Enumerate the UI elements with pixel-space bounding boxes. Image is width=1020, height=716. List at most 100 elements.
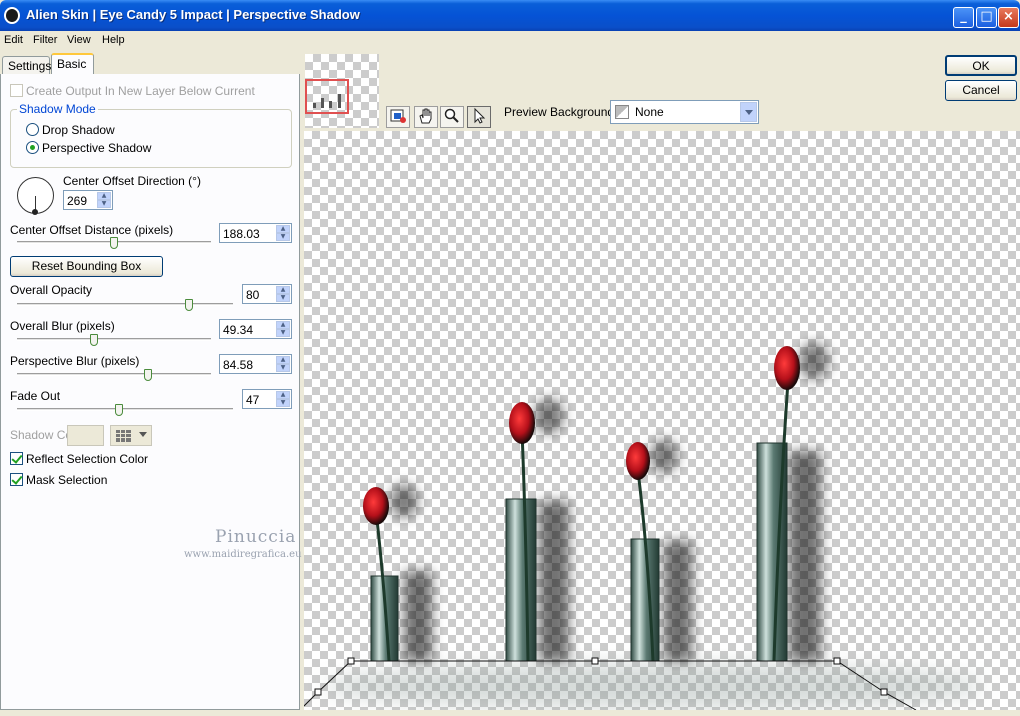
vase-3 [626, 439, 692, 662]
perspective-blur-thumb[interactable] [144, 369, 152, 381]
menu-help[interactable]: Help [102, 34, 125, 46]
center-offset-distance-thumb[interactable] [110, 237, 118, 249]
thumbnail-image [311, 92, 343, 108]
drop-shadow-label[interactable]: Drop Shadow [42, 123, 115, 137]
spin-down-icon[interactable]: ▼ [97, 200, 111, 208]
spin-up-icon[interactable]: ▲ [276, 321, 290, 329]
center-offset-distance-value[interactable]: 188.03 [223, 227, 260, 241]
perspective-blur-slider[interactable] [17, 373, 211, 376]
bbox-handle[interactable] [880, 688, 888, 696]
center-offset-direction-label: Center Offset Direction (°) [63, 174, 201, 188]
palette-grid-icon [116, 430, 131, 442]
spin-up-icon[interactable]: ▲ [276, 286, 290, 294]
bbox-handle[interactable] [314, 688, 322, 696]
blur-spinner[interactable]: ▲ ▼ [276, 321, 290, 337]
bbox-handle[interactable] [833, 657, 841, 665]
perspective-shadow-radio[interactable] [26, 141, 39, 154]
tab-settings[interactable]: Settings [2, 56, 51, 75]
shadow-color-swatch[interactable] [67, 425, 104, 446]
color-picker-button[interactable] [110, 425, 152, 446]
ground-shadow [324, 664, 984, 708]
shadow-mode-group [10, 109, 292, 168]
direction-dial[interactable] [17, 177, 54, 215]
overall-blur-value[interactable]: 49.34 [223, 323, 253, 337]
basic-panel: Create Output In New Layer Below Current… [0, 74, 302, 710]
pointer-icon[interactable] [467, 106, 491, 128]
watermark-url: www.maidiregrafica.eu [184, 549, 302, 560]
create-output-label: Create Output In New Layer Below Current [26, 84, 255, 98]
title-bar: Alien Skin | Eye Candy 5 Impact | Perspe… [0, 0, 1020, 31]
reset-bounding-box-button[interactable]: Reset Bounding Box [10, 256, 163, 277]
drop-shadow-radio[interactable] [26, 123, 39, 136]
spin-up-icon[interactable]: ▲ [97, 192, 111, 200]
create-output-checkbox[interactable] [10, 84, 23, 97]
perspective-blur-spinner[interactable]: ▲ ▼ [276, 356, 290, 372]
distance-spinner[interactable]: ▲ ▼ [276, 225, 290, 241]
preview-image [304, 342, 984, 710]
mask-selection-checkbox[interactable] [10, 473, 23, 486]
chevron-down-icon[interactable] [740, 102, 757, 122]
spin-down-icon[interactable]: ▼ [276, 294, 290, 302]
minimize-button[interactable]: _ [953, 7, 974, 28]
dial-handle[interactable] [32, 209, 38, 215]
overall-opacity-thumb[interactable] [185, 299, 193, 311]
mask-selection-label[interactable]: Mask Selection [26, 473, 107, 487]
close-button[interactable]: × [998, 7, 1019, 28]
spin-down-icon[interactable]: ▼ [276, 399, 290, 407]
overall-opacity-value[interactable]: 80 [246, 288, 259, 302]
perspective-blur-value[interactable]: 84.58 [223, 358, 253, 372]
center-offset-distance-input[interactable]: 188.03 ▲ ▼ [219, 223, 292, 243]
overall-blur-label: Overall Blur (pixels) [10, 319, 115, 333]
perspective-blur-label: Perspective Blur (pixels) [10, 354, 140, 368]
spin-down-icon[interactable]: ▼ [276, 233, 290, 241]
spin-down-icon[interactable]: ▼ [276, 329, 290, 337]
spin-down-icon[interactable]: ▼ [276, 364, 290, 372]
navigator-thumbnail[interactable] [305, 54, 379, 128]
overall-blur-thumb[interactable] [90, 334, 98, 346]
overall-opacity-label: Overall Opacity [10, 283, 93, 297]
center-offset-direction-value[interactable]: 269 [67, 194, 87, 208]
bbox-handle[interactable] [591, 657, 599, 665]
bbox-handle[interactable] [347, 657, 355, 665]
menu-edit[interactable]: Edit [4, 34, 23, 46]
tab-basic[interactable]: Basic [51, 53, 94, 75]
menu-view[interactable]: View [67, 34, 91, 46]
fade-out-slider[interactable] [17, 408, 233, 411]
spin-up-icon[interactable]: ▲ [276, 356, 290, 364]
fade-out-value[interactable]: 47 [246, 393, 259, 407]
overall-blur-slider[interactable] [17, 338, 211, 341]
chevron-down-icon [139, 432, 147, 437]
maximize-button[interactable]: □ [976, 7, 997, 28]
preview-bottom-border [304, 710, 1020, 716]
zoom-icon[interactable] [440, 106, 464, 128]
cancel-button[interactable]: Cancel [945, 80, 1017, 101]
overall-opacity-input[interactable]: 80 ▲ ▼ [242, 284, 292, 304]
reflect-selection-label[interactable]: Reflect Selection Color [26, 452, 148, 466]
fade-out-input[interactable]: 47 ▲ ▼ [242, 389, 292, 409]
fade-out-thumb[interactable] [115, 404, 123, 416]
reflect-selection-checkbox[interactable] [10, 452, 23, 465]
opacity-spinner[interactable]: ▲ ▼ [276, 286, 290, 302]
ok-button[interactable]: OK [945, 55, 1017, 76]
perspective-blur-input[interactable]: 84.58 ▲ ▼ [219, 354, 292, 374]
menu-filter[interactable]: Filter [33, 34, 57, 46]
preview-background-select[interactable]: None [610, 100, 759, 124]
preview-toggle-icon[interactable] [386, 106, 410, 128]
watermark-name: Pinuccia [215, 527, 297, 547]
center-offset-distance-label: Center Offset Distance (pixels) [10, 223, 174, 237]
center-offset-direction-input[interactable]: 269 ▲ ▼ [63, 190, 113, 210]
overall-opacity-slider[interactable] [17, 303, 233, 306]
preview-background-label: Preview Background: [504, 105, 618, 119]
direction-spinner[interactable]: ▲ ▼ [97, 192, 111, 208]
app-icon [4, 7, 20, 24]
perspective-shadow-label[interactable]: Perspective Shadow [42, 141, 151, 155]
preview-canvas[interactable] [304, 131, 1020, 710]
spin-up-icon[interactable]: ▲ [276, 391, 290, 399]
hand-icon[interactable] [414, 106, 438, 128]
spin-up-icon[interactable]: ▲ [276, 225, 290, 233]
vase-1 [363, 484, 432, 662]
fade-out-spinner[interactable]: ▲ ▼ [276, 391, 290, 407]
vase-4 [756, 342, 829, 662]
overall-blur-input[interactable]: 49.34 ▲ ▼ [219, 319, 292, 339]
window-title: Alien Skin | Eye Candy 5 Impact | Perspe… [26, 7, 360, 22]
